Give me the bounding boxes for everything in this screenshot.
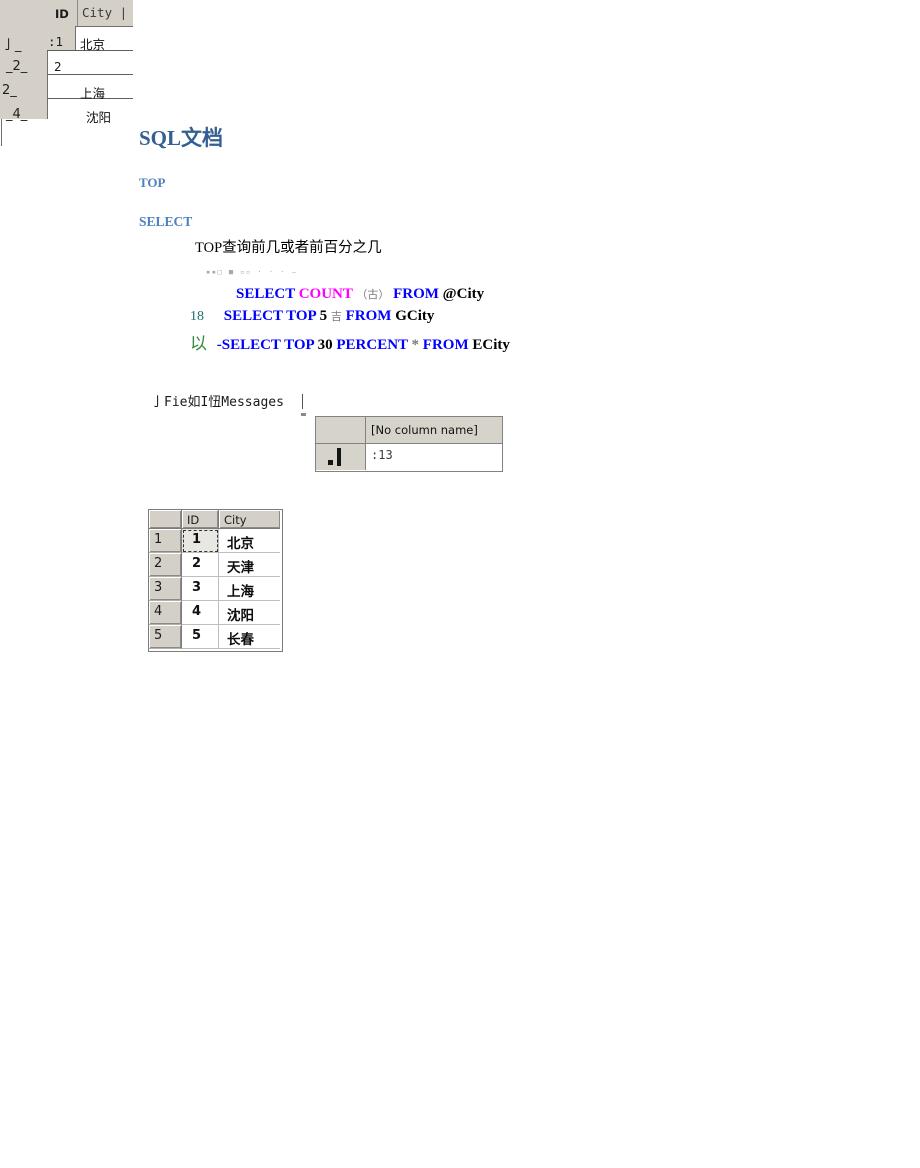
table-row[interactable]: 3 3 上海 <box>149 577 282 601</box>
cell-city[interactable]: 长春 <box>219 625 280 649</box>
cell-city[interactable]: 上海 <box>219 577 280 601</box>
section-heading-select: SELECT <box>139 214 193 229</box>
document-page: SQL文档 TOP SELECT TOP查询前几或者前百分之几 ▪▪□ ■ ▫▫… <box>0 0 920 1168</box>
code-token-percent: PERCENT <box>336 337 408 353</box>
row-marker[interactable]: _2_ <box>6 59 27 74</box>
row-marker[interactable]: _4_ <box>6 107 27 122</box>
row-marker[interactable]: 亅_ <box>2 34 22 53</box>
cell-city[interactable]: 上海 <box>80 83 105 102</box>
cell-id[interactable]: 2 <box>54 59 62 74</box>
code-token-from: FROM <box>393 286 439 302</box>
code-gutter-number: 18 <box>190 309 204 324</box>
cell-city[interactable]: 沈阳 <box>219 601 280 625</box>
secondary-header-city[interactable]: City | <box>82 5 127 20</box>
cell-city[interactable]: 北京 <box>219 529 280 553</box>
row-marker[interactable]: 4 <box>149 601 182 625</box>
code-token-table-1: @City <box>442 286 485 302</box>
code-token-from-2: FROM <box>345 308 392 324</box>
code-token-table-3: ECity <box>472 337 510 353</box>
city-table-corner-header[interactable] <box>149 510 182 529</box>
result-grid-corner-cell[interactable] <box>316 417 366 444</box>
city-table-grid[interactable]: ID City 1 1 北京 2 2 天津 3 3 上海 4 4 沈阳 5 5 … <box>148 509 283 652</box>
tabstrip-speck <box>301 413 306 416</box>
tabstrip-label[interactable]: 亅Fie如I忸Messages <box>151 395 284 410</box>
code-line-1: SELECT COUNT （古） FROM @City <box>236 286 484 303</box>
code-token-cjk-mark: 吉 <box>330 311 342 323</box>
row-marker[interactable]: 2_ <box>2 83 17 98</box>
results-tabstrip[interactable]: 亅Fie如I忸Messages <box>151 391 306 416</box>
row-indicator-icon <box>337 448 341 466</box>
cell-city[interactable]: 沈阳 <box>86 107 111 126</box>
code-token-thirty: 30 <box>317 337 333 353</box>
row-marker[interactable]: 2 <box>149 553 182 577</box>
code-artifact-text: ▪▪□ ■ ▫▫ · · · – <box>206 268 298 276</box>
city-table-grid-secondary[interactable]: ID City | 亅_ _2_ 2_ _4_ :1 2 北京 上海 沈阳 <box>0 0 133 146</box>
code-line-2: 18 SELECT TOP 5 吉 FROM GCity <box>190 308 434 325</box>
code-token-table-2: GCity <box>395 308 435 324</box>
code-gutter-glyph: 以 <box>190 334 207 354</box>
result-grid[interactable]: [No column name] :13 <box>315 416 503 472</box>
code-token-select: SELECT <box>236 286 295 302</box>
result-grid-row-header[interactable] <box>316 444 366 470</box>
section-heading-top: TOP <box>139 175 166 190</box>
section-paragraph: TOP查询前几或者前百分之几 <box>195 240 382 256</box>
city-table-header-row: ID City <box>149 510 282 529</box>
code-token-paren-arg: （古） <box>356 289 390 301</box>
city-table-header-city[interactable]: City <box>219 510 280 529</box>
secondary-header-separator <box>77 0 78 26</box>
city-table-header-id[interactable]: ID <box>182 510 219 529</box>
cell-id[interactable]: 1 <box>182 529 219 553</box>
result-grid-cell-value[interactable]: :13 <box>366 444 502 470</box>
row-marker[interactable]: 3 <box>149 577 182 601</box>
cell-id[interactable]: 2 <box>182 553 219 577</box>
result-grid-column-header[interactable]: [No column name] <box>366 417 502 444</box>
result-grid-row[interactable]: :13 <box>316 444 502 470</box>
cell-id[interactable]: :1 <box>48 34 63 49</box>
table-row[interactable]: 1 1 北京 <box>149 529 282 553</box>
code-token-five: 5 <box>319 308 328 324</box>
cell-id[interactable]: 3 <box>182 577 219 601</box>
row-indicator-dot-icon <box>328 460 333 465</box>
secondary-header-id[interactable]: ID <box>55 7 69 21</box>
table-row[interactable]: 5 5 长春 <box>149 625 282 649</box>
tabstrip-divider <box>301 394 303 409</box>
code-line-3: 以 -SELECT TOP 30 PERCENT * FROM ECity <box>190 329 510 354</box>
code-token-select-top-5: SELECT TOP <box>223 308 316 324</box>
result-grid-header-row: [No column name] <box>316 417 502 444</box>
secondary-grid-line <box>47 74 133 75</box>
page-title: SQL文档 <box>139 126 224 150</box>
row-marker[interactable]: 5 <box>149 625 182 649</box>
table-row[interactable]: 2 2 天津 <box>149 553 282 577</box>
secondary-header-row: ID City | <box>47 0 133 27</box>
code-token-from-3: FROM <box>422 337 469 353</box>
cell-city[interactable]: 北京 <box>80 34 105 53</box>
row-marker[interactable]: 1 <box>149 529 182 553</box>
cell-city[interactable]: 天津 <box>219 553 280 577</box>
code-token-select-top-30: -SELECT TOP <box>216 337 314 353</box>
code-token-asterisk: * <box>411 337 420 353</box>
cell-id[interactable]: 4 <box>182 601 219 625</box>
code-token-count: COUNT <box>298 286 353 302</box>
cell-id[interactable]: 5 <box>182 625 219 649</box>
table-row[interactable]: 4 4 沈阳 <box>149 601 282 625</box>
secondary-grid-tail-line <box>1 119 2 146</box>
